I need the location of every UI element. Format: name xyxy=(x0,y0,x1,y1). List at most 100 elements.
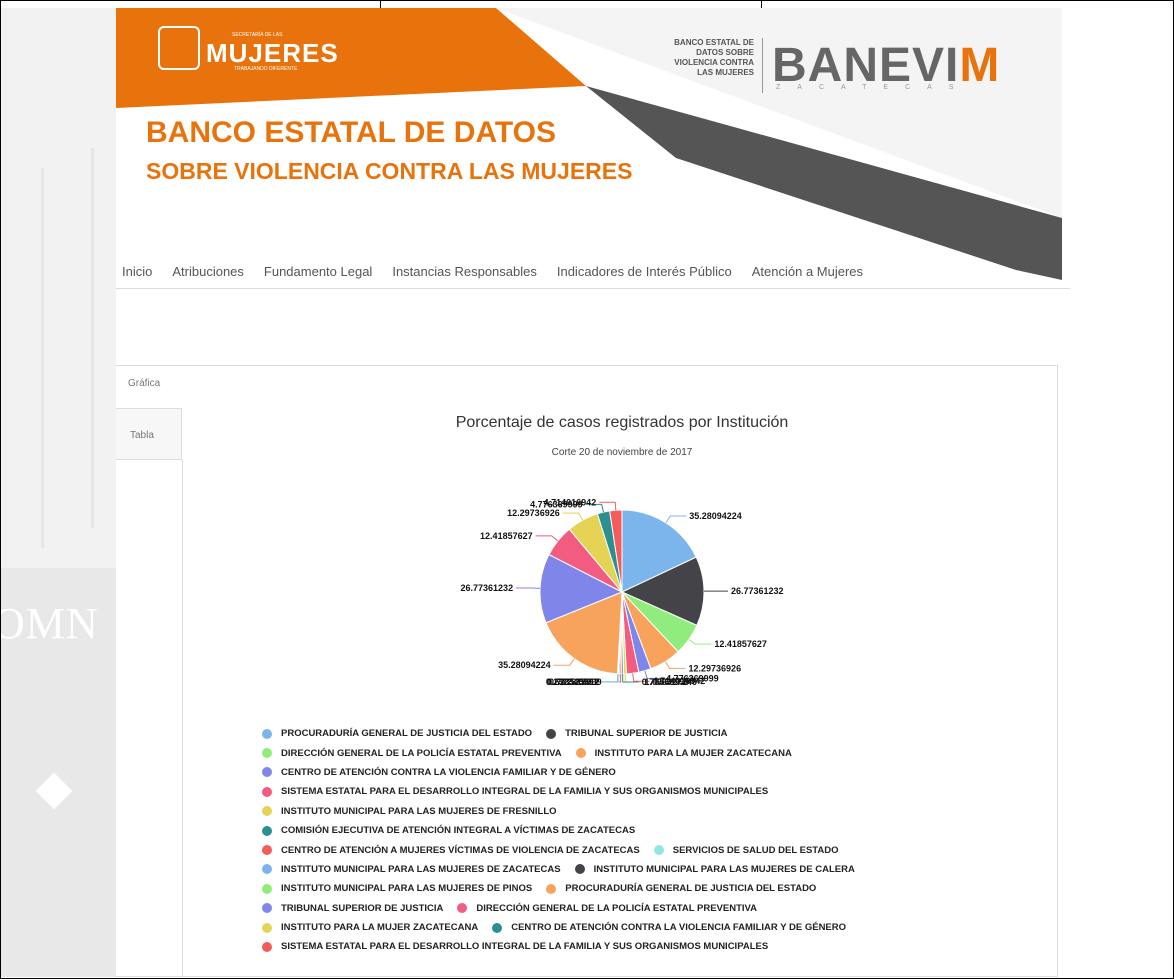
legend-label: SISTEMA ESTATAL PARA EL DESARROLLO INTEG… xyxy=(281,941,769,953)
legend-item[interactable]: CENTRO DE ATENCIÓN A MUJERES VÍCTIMAS DE… xyxy=(262,845,640,856)
legend-dot-icon xyxy=(546,883,557,894)
nav-item-instancias-responsables[interactable]: Instancias Responsables xyxy=(392,264,537,279)
seal-icon xyxy=(158,26,200,70)
legend-item[interactable]: SISTEMA ESTATAL PARA EL DESARROLLO INTEG… xyxy=(262,786,768,797)
legend-label: TRIBUNAL SUPERIOR DE JUSTICIA xyxy=(281,902,444,914)
mujeres-logo[interactable]: MUJERES xyxy=(206,38,339,69)
legend-dot-icon xyxy=(575,748,586,759)
page-title: BANCO ESTATAL DE DATOS xyxy=(146,116,557,149)
legend-item[interactable]: INSTITUTO MUNICIPAL PARA LAS MUJERES DE … xyxy=(574,863,855,875)
data-label: 26.77361232 xyxy=(461,583,514,593)
nav-item-inicio[interactable]: Inicio xyxy=(122,264,152,279)
legend-label: INSTITUTO PARA LA MUJER ZACATECANA xyxy=(281,922,479,934)
legend-item[interactable]: CENTRO DE ATENCIÓN CONTRA LA VIOLENCIA F… xyxy=(262,767,616,778)
legend-item[interactable]: DIRECCIÓN GENERAL DE LA POLICÍA ESTATAL … xyxy=(262,748,562,759)
data-label: 0.232340991 xyxy=(546,677,599,687)
legend-label: SISTEMA ESTATAL PARA EL DESARROLLO INTEG… xyxy=(281,786,769,798)
legend-label: TRIBUNAL SUPERIOR DE JUSTICIA xyxy=(565,728,728,740)
tab-tabla[interactable]: Tabla xyxy=(130,430,154,441)
legend-row: DIRECCIÓN GENERAL DE LA POLICÍA ESTATAL … xyxy=(262,743,1022,762)
legend-dot-icon xyxy=(574,864,585,875)
legend-row: SISTEMA ESTATAL PARA EL DESARROLLO INTEG… xyxy=(262,782,1022,801)
legend-label: INSTITUTO MUNICIPAL PARA LAS MUJERES DE … xyxy=(281,805,557,817)
legend-label: DIRECCIÓN GENERAL DE LA POLICÍA ESTATAL … xyxy=(476,902,758,914)
nav-item-fundamento-legal[interactable]: Fundamento Legal xyxy=(264,264,372,279)
legend-item[interactable]: INSTITUTO MUNICIPAL PARA LAS MUJERES DE … xyxy=(262,883,532,894)
legend-label: CENTRO DE ATENCIÓN A MUJERES VÍCTIMAS DE… xyxy=(281,844,640,856)
chart-subtitle: Corte 20 de noviembre de 2017 xyxy=(551,447,693,458)
legend-item[interactable]: DIRECCIÓN GENERAL DE LA POLICÍA ESTATAL … xyxy=(457,903,757,914)
legend-dot-icon xyxy=(262,806,272,817)
background-text: OMN xyxy=(1,599,99,648)
top-strip xyxy=(0,0,1174,8)
legend-dot-icon xyxy=(262,941,272,952)
pie-chart: 35.28094224 26.77361232 12.41857627 12.2973… xyxy=(461,497,784,687)
legend-row: SISTEMA ESTATAL PARA EL DESARROLLO INTEG… xyxy=(262,937,1022,956)
legend-item[interactable]: PROCURADURÍA GENERAL DE JUSTICIA DEL EST… xyxy=(262,728,532,739)
legend-dot-icon xyxy=(262,728,272,739)
connector-line xyxy=(665,515,687,524)
main-nav: Inicio Atribuciones Fundamento Legal Ins… xyxy=(116,254,1070,289)
tab-grafica[interactable]: Gráfica xyxy=(128,378,160,389)
legend-dot-icon xyxy=(262,786,272,797)
nav-item-indicadores[interactable]: Indicadores de Interés Público xyxy=(557,264,732,279)
tab-divider xyxy=(182,460,183,977)
data-label: 35.28094224 xyxy=(498,660,551,670)
legend-item[interactable]: INSTITUTO PARA LA MUJER ZACATECANA xyxy=(575,747,792,759)
legend-item[interactable]: COMISIÓN EJECUTIVA DE ATENCIÓN INTEGRAL … xyxy=(262,825,635,836)
legend-row: INSTITUTO MUNICIPAL PARA LAS MUJERES DE … xyxy=(262,879,1022,898)
data-label: 35.28094224 xyxy=(689,511,742,521)
legend-row: INSTITUTO PARA LA MUJER ZACATECANA CENTRO… xyxy=(262,918,1022,937)
connector-line xyxy=(601,673,619,683)
legend-row: TRIBUNAL SUPERIOR DE JUSTICIA DIRECCIÓN G… xyxy=(262,899,1022,918)
legend-dot-icon xyxy=(262,825,272,836)
legend-label: INSTITUTO MUNICIPAL PARA LAS MUJERES DE … xyxy=(281,883,533,895)
legend-dot-icon xyxy=(262,922,272,933)
legend-item[interactable]: TRIBUNAL SUPERIOR DE JUSTICIA xyxy=(546,728,727,739)
legend-item[interactable]: PROCURADURÍA GENERAL DE JUSTICIA DEL EST… xyxy=(546,883,816,894)
legend-dot-icon xyxy=(457,903,468,914)
data-label: 12.29736926 xyxy=(689,663,742,673)
connector-line xyxy=(688,639,712,645)
legend-row: CENTRO DE ATENCIÓN CONTRA LA VIOLENCIA F… xyxy=(262,763,1022,782)
legend-item[interactable]: INSTITUTO MUNICIPAL PARA LAS MUJERES DE … xyxy=(262,864,561,875)
legend-label: PROCURADURÍA GENERAL DE JUSTICIA DEL EST… xyxy=(281,728,533,740)
legend-item[interactable]: INSTITUTO MUNICIPAL PARA LAS MUJERES DE … xyxy=(262,806,557,817)
legend-row: INSTITUTO MUNICIPAL PARA LAS MUJERES DE … xyxy=(262,802,1022,821)
connector-line xyxy=(535,535,559,542)
legend-row: PROCURADURÍA GENERAL DE JUSTICIA DEL EST… xyxy=(262,724,1022,743)
legend-dot-icon xyxy=(653,845,664,856)
legend-item[interactable]: TRIBUNAL SUPERIOR DE JUSTICIA xyxy=(262,903,443,914)
legend-item[interactable]: INSTITUTO PARA LA MUJER ZACATECANA xyxy=(262,922,478,933)
legend-dot-icon xyxy=(492,922,503,933)
legend-dot-icon xyxy=(262,748,272,759)
data-label: 4.714016942 xyxy=(544,497,597,507)
legend-label: INSTITUTO PARA LA MUJER ZACATECANA xyxy=(594,747,792,759)
connector-line xyxy=(602,673,620,683)
legend-row: CENTRO DE ATENCIÓN A MUJERES VÍCTIMAS DE… xyxy=(262,840,1022,859)
data-label: 12.41857627 xyxy=(714,639,767,649)
chart-legend: PROCURADURÍA GENERAL DE JUSTICIA DEL EST… xyxy=(262,724,1022,957)
nav-item-atencion-mujeres[interactable]: Atención a Mujeres xyxy=(752,264,863,279)
legend-dot-icon xyxy=(262,864,272,875)
nav-item-atribuciones[interactable]: Atribuciones xyxy=(172,264,244,279)
legend-dot-icon xyxy=(262,903,272,914)
connector-line xyxy=(664,661,686,669)
left-decoration: OMN xyxy=(1,8,116,977)
legend-item[interactable]: SISTEMA ESTATAL PARA EL DESARROLLO INTEG… xyxy=(262,941,768,952)
data-label: 12.41857627 xyxy=(480,531,533,541)
legend-label: COMISIÓN EJECUTIVA DE ATENCIÓN INTEGRAL … xyxy=(281,825,636,837)
logo-tagline: TRABAJANDO DIFERENTE xyxy=(234,66,298,72)
legend-item[interactable]: SERVICIOS DE SALUD DEL ESTADO xyxy=(653,845,838,856)
data-label: 0.73566999 xyxy=(642,677,690,687)
data-label: 26.77361232 xyxy=(731,586,784,596)
header-banner: SECRETARÍA DE LAS MUJERES TRABAJANDO DIF… xyxy=(116,8,1062,280)
legend-label: CENTRO DE ATENCIÓN CONTRA LA VIOLENCIA F… xyxy=(511,922,847,934)
banevim-zacatecas: ZACATECAS xyxy=(776,84,971,91)
legend-dot-icon xyxy=(262,845,272,856)
legend-row: COMISIÓN EJECUTIVA DE ATENCIÓN INTEGRAL … xyxy=(262,821,1022,840)
legend-label: INSTITUTO MUNICIPAL PARA LAS MUJERES DE … xyxy=(593,863,855,875)
connector-line xyxy=(553,658,575,666)
legend-dot-icon xyxy=(262,883,272,894)
legend-item[interactable]: CENTRO DE ATENCIÓN CONTRA LA VIOLENCIA F… xyxy=(492,922,846,933)
